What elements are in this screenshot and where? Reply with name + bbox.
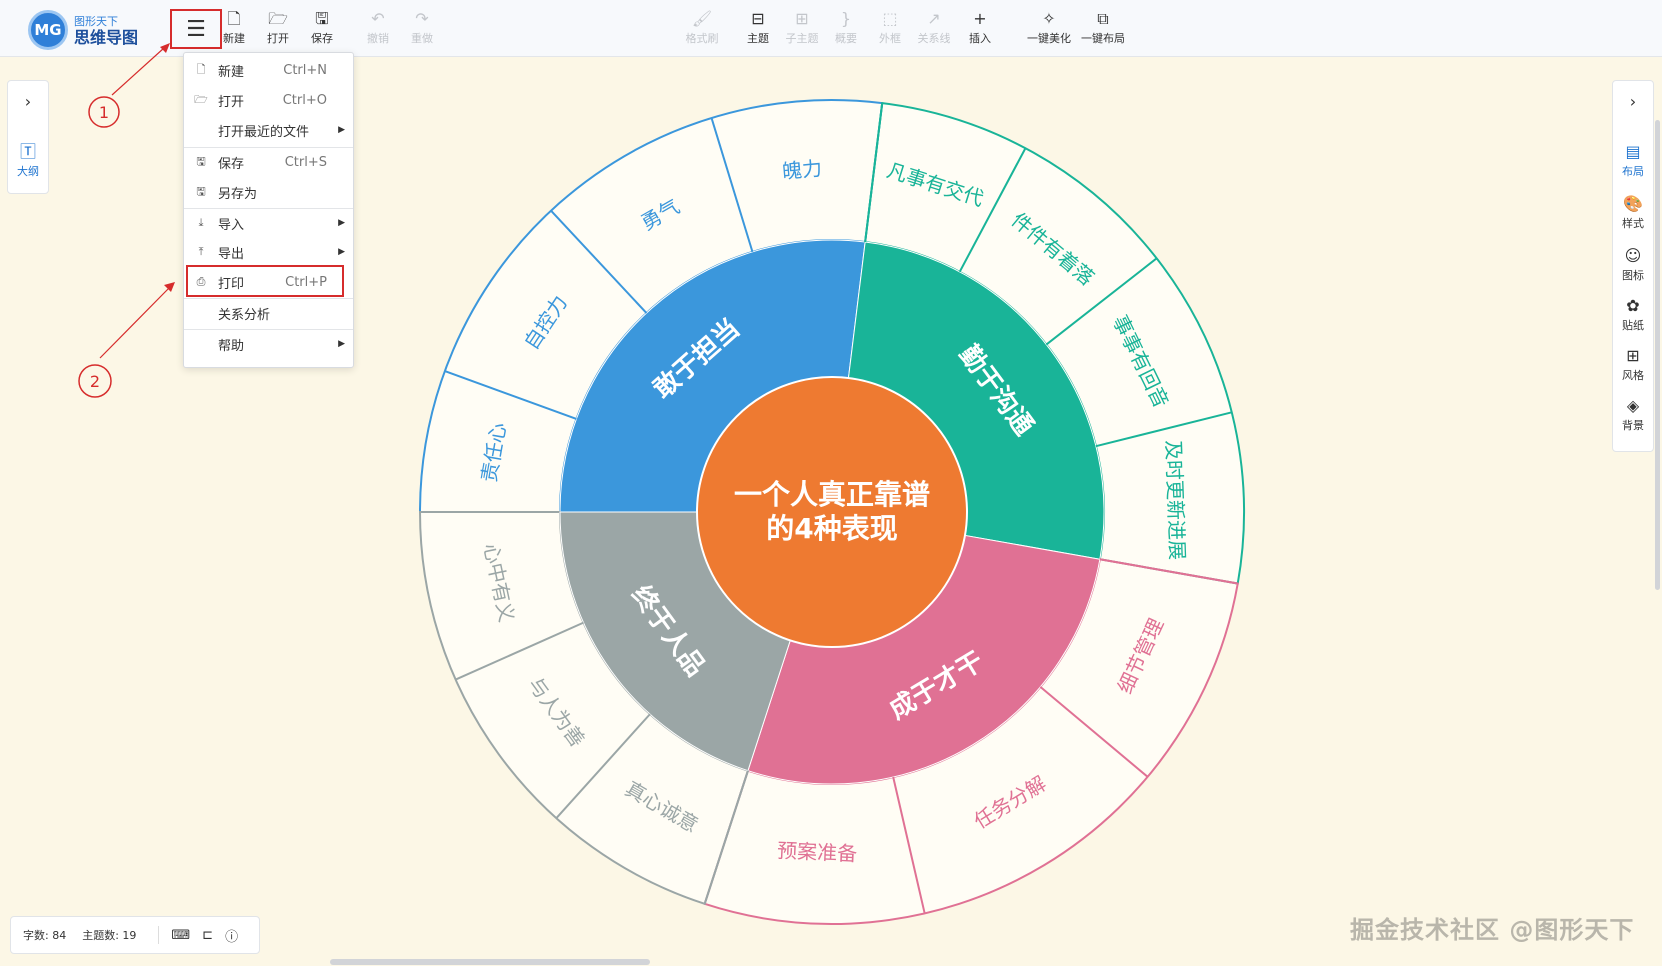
export-icon: ⤒ [198, 245, 204, 258]
layout-toggle-icon[interactable]: ⊏ [202, 928, 213, 943]
submenu-arrow-icon: ▶ [338, 247, 345, 257]
menu-item-save-as[interactable]: 🖫 另存为 [184, 179, 353, 205]
submenu-arrow-icon: ▶ [338, 339, 345, 349]
center-topic-label: 的4种表现 [766, 512, 897, 545]
submenu-arrow-icon: ▶ [338, 125, 345, 135]
save-icon: 🖫 [196, 154, 206, 168]
annotation-step-2: 2 [90, 372, 100, 391]
file-menu: 🗋 新建 Ctrl+N 🗁 打开 Ctrl+O 打开最近的文件 ▶ 🖫 保存 Ctrl+S 🖫… [183, 52, 354, 368]
menu-item-import[interactable]: ⤓ 导入 ▶ [184, 210, 353, 236]
watermark: 掘金技术社区 @图形天下 [1350, 916, 1635, 944]
keyboard-icon[interactable]: ⌨ [171, 928, 190, 943]
new-file-icon: 🗋 [196, 62, 206, 76]
info-icon[interactable]: ⓘ [225, 926, 238, 945]
horizontal-scrollbar[interactable] [330, 959, 650, 965]
menu-item-save[interactable]: 🖫 保存 Ctrl+S [184, 149, 353, 175]
menu-item-help[interactable]: 帮助 ▶ [184, 331, 353, 357]
status-bar: 字数: 84 主题数: 19 ⌨ ⊏ ⓘ [10, 916, 260, 954]
annotation-step-1: 1 [99, 103, 109, 122]
menu-item-open-recent[interactable]: 打开最近的文件 ▶ [184, 117, 353, 143]
word-count: 字数: 84 [23, 929, 67, 942]
topic-count: 主题数: 19 [82, 929, 137, 942]
center-topic-label: 一个人真正靠谱 [734, 478, 930, 511]
menu-item-open[interactable]: 🗁 打开 Ctrl+O [184, 87, 353, 113]
subtopic-label: 魄力 [781, 156, 823, 183]
subtopic-label: 及时更新进展 [1161, 440, 1189, 561]
print-highlight-box [186, 265, 344, 297]
annotation-arrows: 1 2 [78, 43, 175, 398]
save-as-icon: 🖫 [196, 184, 206, 198]
vertical-scrollbar[interactable] [1655, 120, 1660, 590]
folder-open-icon: 🗁 [194, 92, 208, 106]
menu-item-relation-analysis[interactable]: 关系分析 [184, 300, 353, 326]
submenu-arrow-icon: ▶ [338, 218, 345, 228]
subtopic-label: 预案准备 [777, 838, 858, 865]
menu-item-new[interactable]: 🗋 新建 Ctrl+N [184, 57, 353, 83]
import-icon: ⤓ [198, 216, 204, 229]
menu-item-export[interactable]: ⤒ 导出 ▶ [184, 239, 353, 265]
